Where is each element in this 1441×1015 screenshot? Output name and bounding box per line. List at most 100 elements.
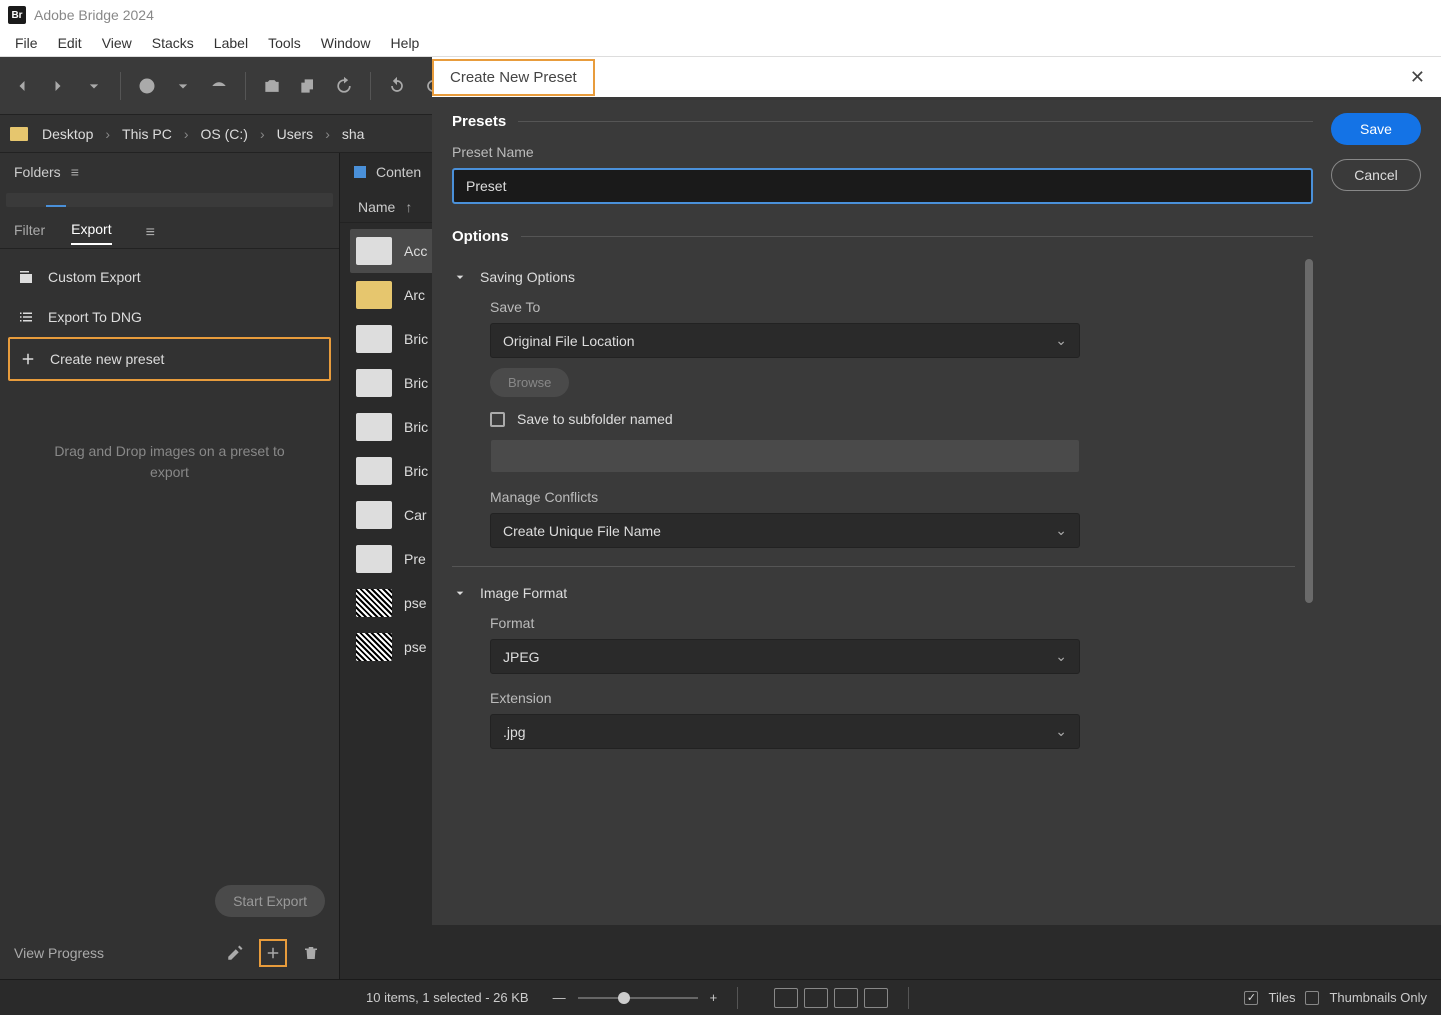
subfolder-name-input (490, 439, 1080, 473)
chevron-down-icon (452, 269, 468, 285)
grid-view-icon[interactable] (774, 988, 798, 1008)
chevron-right-icon: › (99, 126, 116, 142)
export-custom[interactable]: Custom Export (8, 257, 331, 297)
rotate-ccw-icon[interactable] (383, 72, 411, 100)
menu-tools[interactable]: Tools (258, 31, 311, 55)
zoom-in-icon[interactable]: + (710, 990, 718, 1005)
app-icon: Br (8, 6, 26, 24)
breadcrumb-item[interactable]: OS (C:) (195, 126, 254, 142)
thumbnails-checkbox[interactable] (1305, 991, 1319, 1005)
format-select[interactable]: JPEG ⌄ (490, 639, 1080, 674)
add-preset-icon[interactable] (259, 939, 287, 967)
file-name: Bric (404, 375, 428, 391)
save-to-select[interactable]: Original File Location ⌄ (490, 323, 1080, 358)
conflicts-select[interactable]: Create Unique File Name ⌄ (490, 513, 1080, 548)
file-name: Car (404, 507, 427, 523)
chevron-down-icon: ⌄ (1055, 522, 1067, 539)
export-list: Custom Export Export To DNG Create new p… (0, 249, 339, 551)
breadcrumb-item[interactable]: This PC (116, 126, 178, 142)
menu-help[interactable]: Help (381, 31, 430, 55)
hamburger-icon[interactable]: ≡ (71, 164, 79, 180)
plus-icon (18, 349, 38, 369)
tiles-checkbox[interactable] (1244, 991, 1258, 1005)
export-dng-label: Export To DNG (48, 309, 142, 325)
menu-label[interactable]: Label (204, 31, 258, 55)
list-view-icon[interactable] (864, 988, 888, 1008)
file-thumb (356, 457, 392, 485)
tiles-label: Tiles (1268, 990, 1295, 1005)
subfolder-checkbox[interactable] (490, 412, 505, 427)
camera-icon[interactable] (258, 72, 286, 100)
chevron-right-icon: › (178, 126, 195, 142)
trash-icon[interactable] (297, 939, 325, 967)
menu-window[interactable]: Window (311, 31, 381, 55)
menu-bar: File Edit View Stacks Label Tools Window… (0, 30, 1441, 57)
extension-select[interactable]: .jpg ⌄ (490, 714, 1080, 749)
nav-forward-icon[interactable] (44, 72, 72, 100)
chevron-down-icon: ⌄ (1055, 723, 1067, 740)
saving-options-header[interactable]: Saving Options (452, 269, 1295, 285)
create-preset-dialog: Create New Preset ✕ Presets Preset Name … (432, 57, 1441, 925)
export-icon (16, 267, 36, 287)
zoom-slider[interactable] (578, 997, 698, 999)
menu-file[interactable]: File (5, 31, 48, 55)
breadcrumb-item[interactable]: Desktop (36, 126, 99, 142)
file-name: Bric (404, 419, 428, 435)
list-icon (16, 307, 36, 327)
export-custom-label: Custom Export (48, 269, 141, 285)
nav-back-icon[interactable] (8, 72, 36, 100)
preset-name-input[interactable] (452, 168, 1313, 204)
thumbnails-label: Thumbnails Only (1329, 990, 1427, 1005)
file-thumb (356, 545, 392, 573)
file-name: pse (404, 639, 427, 655)
file-thumb (356, 589, 392, 617)
cancel-button[interactable]: Cancel (1331, 159, 1421, 191)
extension-label: Extension (490, 690, 1295, 706)
browse-button[interactable]: Browse (490, 368, 569, 397)
refresh-icon[interactable] (330, 72, 358, 100)
folders-header: Folders ≡ (0, 153, 339, 191)
options-scrollbar[interactable] (1305, 259, 1313, 603)
history-icon[interactable] (133, 72, 161, 100)
save-to-label: Save To (490, 299, 1295, 315)
boomerang-icon[interactable] (205, 72, 233, 100)
file-name: pse (404, 595, 427, 611)
detail-view-icon[interactable] (834, 988, 858, 1008)
menu-view[interactable]: View (92, 31, 142, 55)
tile-view-icon[interactable] (804, 988, 828, 1008)
image-format-header[interactable]: Image Format (452, 585, 1295, 601)
left-panel: Folders ≡ Filter Export ≡ Custom Export … (0, 153, 340, 979)
dialog-title: Create New Preset (432, 59, 595, 96)
dialog-header: Create New Preset ✕ (432, 57, 1441, 97)
status-bar: 10 items, 1 selected - 26 KB — + Tiles T… (0, 979, 1441, 1015)
folder-scrollbar[interactable] (6, 193, 333, 207)
copy-icon[interactable] (294, 72, 322, 100)
start-export-button[interactable]: Start Export (215, 885, 325, 917)
breadcrumb-item[interactable]: Users (271, 126, 320, 142)
file-name: Pre (404, 551, 426, 567)
conflicts-label: Manage Conflicts (490, 489, 1295, 505)
breadcrumb-item[interactable]: sha (336, 126, 371, 142)
tab-export[interactable]: Export (71, 221, 111, 245)
file-name: Bric (404, 463, 428, 479)
chevron-down-icon[interactable] (169, 72, 197, 100)
chevron-down-icon: ⌄ (1055, 648, 1067, 665)
file-name: Arc (404, 287, 425, 303)
file-name: Acc (404, 243, 427, 259)
menu-stacks[interactable]: Stacks (142, 31, 204, 55)
menu-edit[interactable]: Edit (48, 31, 92, 55)
create-new-preset[interactable]: Create new preset (8, 337, 331, 381)
zoom-out-icon[interactable]: — (553, 990, 566, 1005)
save-button[interactable]: Save (1331, 113, 1421, 145)
export-dng[interactable]: Export To DNG (8, 297, 331, 337)
tab-filter[interactable]: Filter (14, 222, 45, 244)
chevron-down-icon (452, 585, 468, 601)
view-progress-label[interactable]: View Progress (14, 945, 104, 961)
tab-menu-icon[interactable]: ≡ (146, 224, 155, 242)
preset-name-label: Preset Name (452, 144, 1313, 160)
nav-dropdown-icon[interactable] (80, 72, 108, 100)
chevron-right-icon: › (254, 126, 271, 142)
pencil-icon[interactable] (221, 939, 249, 967)
close-icon[interactable]: ✕ (1394, 67, 1441, 88)
content-indicator (354, 166, 366, 178)
